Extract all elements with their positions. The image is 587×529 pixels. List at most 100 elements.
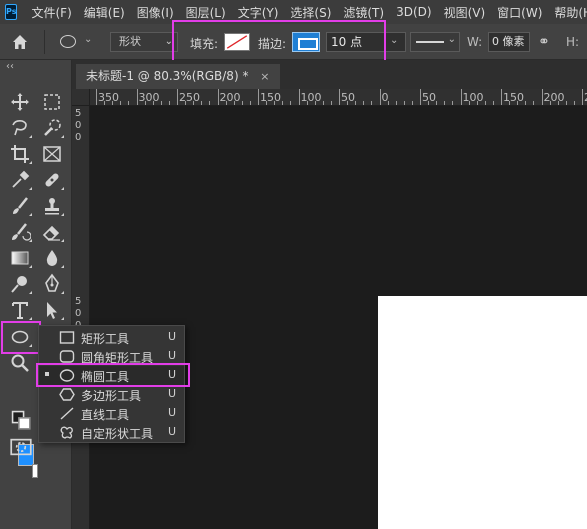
quick-selection-tool-icon[interactable] <box>41 117 64 139</box>
ruler-minor-tick <box>355 101 357 105</box>
menu-file[interactable]: 文件(F) <box>25 4 77 21</box>
ruler-label: 200 <box>219 91 241 104</box>
zoom-tool-icon[interactable] <box>9 352 31 374</box>
default-colors-icon[interactable] <box>11 410 31 430</box>
ruler-minor-tick <box>120 101 122 105</box>
eyedropper-tool-icon[interactable] <box>9 169 32 191</box>
menu-view[interactable]: 视图(V) <box>438 4 492 21</box>
stroke-swatch[interactable] <box>292 32 320 52</box>
quick-mask-icon[interactable] <box>10 436 32 456</box>
stroke-type-select[interactable]: ⌄ <box>410 32 460 52</box>
ruler-label: 150 <box>503 91 524 104</box>
ruler-minor-tick <box>241 101 243 105</box>
link-icon[interactable]: ⚭ <box>538 34 550 50</box>
flyout-item-label: 矩形工具 <box>81 332 130 346</box>
ruler-minor-tick <box>322 101 324 105</box>
ruler-label: 5 <box>75 108 82 119</box>
ruler-minor-tick <box>290 101 292 105</box>
menu-filter[interactable]: 滤镜(T) <box>337 4 390 21</box>
ruler-tick <box>177 89 178 105</box>
ruler-minor-tick <box>444 101 446 105</box>
canvas-area[interactable] <box>90 106 587 529</box>
marquee-tool-icon[interactable] <box>41 91 63 113</box>
pen-tool-icon[interactable] <box>41 273 64 295</box>
horizontal-ruler[interactable]: 35030025020015010050050100150200250 <box>90 89 587 106</box>
ruler-label: 100 <box>300 91 322 104</box>
document-tab[interactable]: 未标题-1 @ 80.3%(RGB/8) * × <box>76 64 280 89</box>
home-icon[interactable] <box>10 32 30 52</box>
path-selection-tool-icon[interactable] <box>41 299 64 321</box>
ruler-tick <box>217 89 219 105</box>
ellipse-preset-icon[interactable] <box>60 35 76 48</box>
menu-layer[interactable]: 图层(L) <box>180 4 232 21</box>
background-color-swatch[interactable] <box>32 464 38 478</box>
ruler-minor-tick <box>282 101 284 105</box>
shape-tools-flyout: 矩形工具 U 圆角矩形工具 U 椭圆工具 U 多边形工具 U 直线工具 U 自定… <box>38 325 185 443</box>
width-field[interactable]: 0 像素 <box>488 32 530 52</box>
ruler-tick <box>136 89 138 105</box>
ruler-minor-tick <box>533 101 535 105</box>
lasso-tool-icon[interactable] <box>9 117 32 139</box>
chevron-down-icon[interactable]: ⌄ <box>84 34 92 45</box>
ruler-minor-tick <box>249 101 251 105</box>
ruler-label: 250 <box>179 91 200 104</box>
flyout-item-label: 椭圆工具 <box>81 370 130 384</box>
menu-select[interactable]: 选择(S) <box>284 4 337 21</box>
clone-stamp-tool-icon[interactable] <box>41 195 64 217</box>
fill-label: 填充: <box>190 37 219 51</box>
tool-mode-select[interactable]: 形状 ⌄ <box>110 32 178 52</box>
ruler-label: 0 <box>75 120 82 131</box>
flyout-item-shortcut: U <box>168 425 177 438</box>
ruler-tick <box>420 89 421 105</box>
flyout-item-custom-shape[interactable]: 自定形状工具 U <box>39 423 184 442</box>
ruler-tick <box>339 89 340 105</box>
dodge-tool-icon[interactable] <box>9 273 32 295</box>
flyout-item-shortcut: U <box>168 406 177 419</box>
ruler-label: 150 <box>260 91 281 104</box>
blur-tool-icon[interactable] <box>41 247 64 269</box>
ruler-minor-tick <box>160 101 162 105</box>
brush-tool-icon[interactable] <box>9 195 32 217</box>
menu-bar: Ps 文件(F) 编辑(E) 图像(I) 图层(L) 文字(Y) 选择(S) 滤… <box>0 0 587 24</box>
ruler-tick <box>582 89 583 105</box>
ruler-minor-tick <box>484 101 486 105</box>
ellipse-tool-icon[interactable] <box>9 326 32 348</box>
collapse-icon[interactable]: ‹‹ <box>6 61 14 72</box>
gradient-tool-icon[interactable] <box>9 247 32 269</box>
ruler-tick <box>96 89 97 105</box>
history-brush-tool-icon[interactable] <box>9 221 32 243</box>
document-canvas[interactable] <box>378 296 587 529</box>
options-bar: ⌄ 形状 ⌄ 填充: 描边: 10 点 ⌄ ⌄ W: 0 像素 ⚭ H: <box>0 24 587 60</box>
crop-tool-icon[interactable] <box>9 143 32 165</box>
ruler-label: 50 <box>341 91 355 104</box>
vertical-ruler[interactable]: 50050000 <box>72 106 90 529</box>
flyout-item-ellipse[interactable]: 椭圆工具 U <box>39 366 184 385</box>
menu-window[interactable]: 窗口(W) <box>491 4 548 21</box>
ruler-label: 0 <box>75 308 82 319</box>
close-icon[interactable]: × <box>260 70 269 83</box>
flyout-item-polygon[interactable]: 多边形工具 U <box>39 385 184 404</box>
menu-help[interactable]: 帮助(H) <box>548 4 587 21</box>
flyout-item-rectangle[interactable]: 矩形工具 U <box>39 328 184 347</box>
ruler-minor-tick <box>565 101 567 105</box>
ruler-label: 300 <box>138 91 160 104</box>
type-tool-icon[interactable] <box>9 299 32 321</box>
menu-edit[interactable]: 编辑(E) <box>78 4 131 21</box>
chevron-down-icon[interactable]: ⌄ <box>390 35 398 46</box>
ruler-minor-tick <box>525 101 527 105</box>
frame-tool-icon[interactable] <box>41 143 63 165</box>
ruler-label: 100 <box>462 91 484 104</box>
tools-panel: ‹‹ <box>0 60 72 529</box>
flyout-item-label: 圆角矩形工具 <box>81 351 154 365</box>
fill-swatch[interactable] <box>224 33 250 51</box>
flyout-item-rounded-rectangle[interactable]: 圆角矩形工具 U <box>39 347 184 366</box>
move-tool-icon[interactable] <box>9 91 31 113</box>
eraser-tool-icon[interactable] <box>41 221 64 243</box>
ruler-minor-tick <box>330 101 332 105</box>
menu-image[interactable]: 图像(I) <box>131 4 180 21</box>
menu-type[interactable]: 文字(Y) <box>232 4 285 21</box>
healing-brush-tool-icon[interactable] <box>41 169 64 191</box>
flyout-item-line[interactable]: 直线工具 U <box>39 404 184 423</box>
ruler-tick <box>460 89 462 105</box>
menu-3d[interactable]: 3D(D) <box>390 5 437 19</box>
